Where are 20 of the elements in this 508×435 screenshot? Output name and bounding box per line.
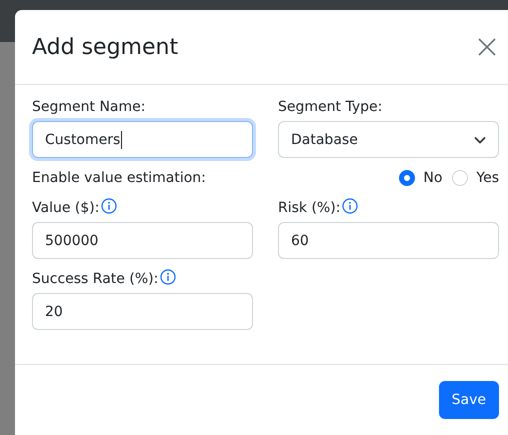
chevron-down-icon xyxy=(474,136,486,144)
type-select[interactable]: Database xyxy=(278,121,499,158)
radio-option[interactable]: Yes xyxy=(452,170,499,186)
field-label: Segment Type: xyxy=(278,98,382,117)
dialog-title: Add segment xyxy=(32,34,178,60)
number-input[interactable]: 20 xyxy=(32,293,253,330)
radio-option[interactable]: No xyxy=(399,170,442,186)
field-label: Value ($): xyxy=(32,199,100,218)
info-icon[interactable] xyxy=(101,198,118,214)
number-input[interactable]: 60 xyxy=(278,222,499,259)
estimation-label: Enable value estimation: xyxy=(32,169,206,188)
save-button[interactable]: Save xyxy=(438,381,499,419)
field-label: Success Rate (%): xyxy=(32,270,158,289)
field-label: Segment Name: xyxy=(32,98,146,117)
name-input[interactable]: Customers xyxy=(32,121,253,158)
info-icon[interactable] xyxy=(342,198,358,214)
number-input[interactable]: 500000 xyxy=(32,222,253,259)
field-label: Risk (%): xyxy=(278,199,340,218)
info-icon[interactable] xyxy=(160,269,176,285)
close-icon xyxy=(478,38,496,56)
